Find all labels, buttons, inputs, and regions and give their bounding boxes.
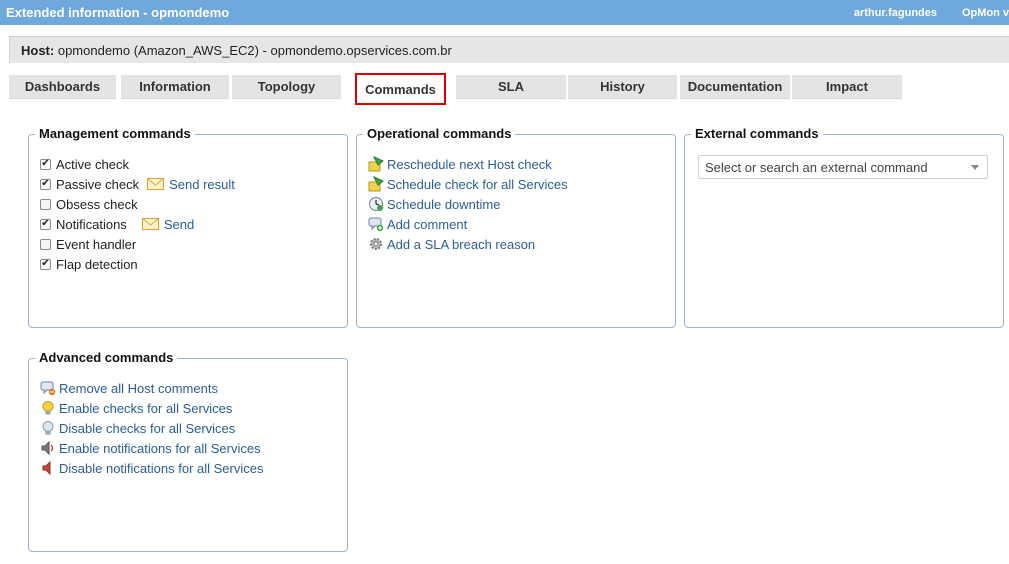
advanced-item-disable-checks[interactable]: Disable checks for all Services bbox=[40, 419, 235, 437]
send-result-link[interactable]: Send result bbox=[169, 177, 235, 192]
flap-detection-checkbox[interactable]: ✔ bbox=[40, 258, 51, 270]
advanced-item-enable-checks[interactable]: Enable checks for all Services bbox=[40, 399, 232, 417]
host-value: opmondemo (Amazon_AWS_EC2) - opmondemo.o… bbox=[57, 43, 452, 58]
operational-commands-panel: Operational commands Reschedule next Hos… bbox=[356, 126, 676, 328]
envelope-icon[interactable] bbox=[141, 218, 159, 230]
enable-notifications-link[interactable]: Enable notifications for all Services bbox=[59, 441, 261, 456]
external-command-select[interactable]: Select or search an external command bbox=[698, 155, 988, 179]
tab-information[interactable]: Information bbox=[121, 75, 229, 99]
external-commands-title: External commands bbox=[691, 126, 823, 141]
host-label: Host: bbox=[21, 43, 55, 58]
user-name[interactable]: arthur.fagundes bbox=[854, 7, 937, 19]
speaker-off-icon bbox=[42, 460, 51, 476]
disable-checks-link[interactable]: Disable checks for all Services bbox=[59, 421, 235, 436]
schedule-check-icon bbox=[368, 176, 384, 192]
management-item-event-handler: Event handler bbox=[40, 235, 136, 253]
management-item-active-check: ✔ Active check bbox=[40, 155, 129, 173]
reschedule-link[interactable]: Reschedule next Host check bbox=[387, 157, 552, 172]
add-comment-icon bbox=[368, 217, 384, 232]
add-comment-link[interactable]: Add comment bbox=[387, 217, 467, 232]
operational-item-downtime[interactable]: Schedule downtime bbox=[368, 195, 500, 213]
notifications-label: Notifications bbox=[56, 216, 127, 232]
advanced-item-disable-notifications[interactable]: Disable notifications for all Services bbox=[40, 459, 263, 477]
operational-item-reschedule[interactable]: Reschedule next Host check bbox=[368, 155, 552, 173]
management-commands-panel: Management commands ✔ Active check ✔ Pas… bbox=[28, 126, 348, 328]
tab-documentation[interactable]: Documentation bbox=[680, 75, 790, 99]
management-item-notifications: ✔ Notifications Send bbox=[40, 215, 194, 233]
operational-commands-title: Operational commands bbox=[363, 126, 516, 141]
external-commands-panel: External commands Select or search an ex… bbox=[684, 126, 1004, 328]
passive-check-label: Passive check bbox=[56, 176, 140, 192]
operational-item-sla-breach[interactable]: Add a SLA breach reason bbox=[368, 235, 535, 253]
management-commands-title: Management commands bbox=[35, 126, 195, 141]
reschedule-icon bbox=[368, 156, 384, 172]
advanced-commands-panel: Advanced commands Remove all Host commen… bbox=[28, 350, 348, 552]
tab-dashboards[interactable]: Dashboards bbox=[9, 75, 116, 99]
management-item-obsess-check: Obsess check bbox=[40, 195, 138, 213]
envelope-icon[interactable] bbox=[147, 178, 165, 190]
window-title: Extended information - opmondemo bbox=[6, 5, 230, 20]
flap-detection-label: Flap detection bbox=[56, 256, 138, 272]
operational-item-schedule-check[interactable]: Schedule check for all Services bbox=[368, 175, 568, 193]
app-name: OpMon v bbox=[962, 7, 1009, 19]
tab-topology[interactable]: Topology bbox=[232, 75, 341, 99]
lightbulb-off-icon bbox=[42, 421, 54, 435]
passive-check-checkbox[interactable]: ✔ bbox=[40, 178, 51, 190]
remove-comment-icon bbox=[40, 381, 56, 396]
external-command-placeholder: Select or search an external command bbox=[705, 160, 928, 175]
obsess-check-label: Obsess check bbox=[56, 196, 138, 212]
advanced-item-remove-comments[interactable]: Remove all Host comments bbox=[40, 379, 218, 397]
chevron-down-icon bbox=[971, 165, 979, 170]
notifications-checkbox[interactable]: ✔ bbox=[40, 218, 51, 230]
operational-item-add-comment[interactable]: Add comment bbox=[368, 215, 467, 233]
advanced-item-enable-notifications[interactable]: Enable notifications for all Services bbox=[40, 439, 261, 457]
active-check-checkbox[interactable]: ✔ bbox=[40, 158, 51, 170]
send-notification-link[interactable]: Send bbox=[164, 217, 194, 232]
tab-sla[interactable]: SLA bbox=[456, 75, 566, 99]
remove-comments-link[interactable]: Remove all Host comments bbox=[59, 381, 218, 396]
management-item-passive-check: ✔ Passive check Send result bbox=[40, 175, 235, 193]
active-check-label: Active check bbox=[56, 156, 129, 172]
management-item-flap-detection: ✔ Flap detection bbox=[40, 255, 138, 273]
lightbulb-on-icon bbox=[42, 401, 54, 415]
tab-commands[interactable]: Commands bbox=[355, 73, 446, 105]
sla-breach-link[interactable]: Add a SLA breach reason bbox=[387, 237, 535, 252]
gear-icon bbox=[370, 238, 382, 250]
disable-notifications-link[interactable]: Disable notifications for all Services bbox=[59, 461, 263, 476]
window-titlebar: Extended information - opmondemo arthur.… bbox=[0, 0, 1009, 25]
speaker-on-icon bbox=[41, 440, 54, 456]
tab-history[interactable]: History bbox=[568, 75, 677, 99]
obsess-check-checkbox[interactable] bbox=[40, 198, 51, 210]
downtime-clock-icon bbox=[369, 197, 383, 211]
downtime-link[interactable]: Schedule downtime bbox=[387, 197, 500, 212]
advanced-commands-title: Advanced commands bbox=[35, 350, 178, 365]
event-handler-label: Event handler bbox=[56, 236, 137, 252]
event-handler-checkbox[interactable] bbox=[40, 238, 51, 250]
host-bar: Host: opmondemo (Amazon_AWS_EC2) - opmon… bbox=[9, 36, 1009, 63]
tab-impact[interactable]: Impact bbox=[792, 75, 902, 99]
enable-checks-link[interactable]: Enable checks for all Services bbox=[59, 401, 232, 416]
schedule-check-link[interactable]: Schedule check for all Services bbox=[387, 177, 568, 192]
